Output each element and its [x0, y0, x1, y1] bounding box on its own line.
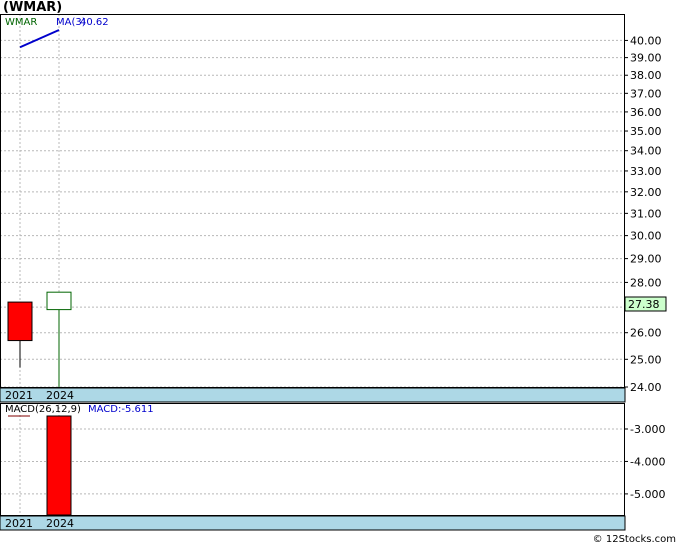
macd-tick-label: -5.000	[630, 488, 665, 501]
macd-tick-label: -4.000	[630, 455, 665, 468]
macd-x-label-2024: 2024	[46, 517, 74, 530]
price-tick-label: 28.00	[630, 276, 662, 289]
price-tick-label: 26.00	[630, 327, 662, 340]
price-tick-label: 38.00	[630, 69, 662, 82]
macd-bar	[46, 415, 72, 516]
x-label-2024: 2024	[46, 389, 74, 402]
price-tick-label: 36.00	[630, 106, 662, 119]
price-tick-label: 32.00	[630, 186, 662, 199]
macd-value: MACD:-5.611	[88, 404, 154, 415]
macd-series	[46, 415, 72, 516]
price-tick-label: 34.00	[630, 145, 662, 158]
price-panel-bg	[0, 14, 680, 388]
last-price-label: 27.38	[628, 298, 660, 311]
candle-body	[7, 301, 33, 342]
macd-label: MACD(26,12,9)	[5, 404, 81, 415]
price-tick-label: 40.00	[630, 34, 662, 47]
price-tick-label: 30.00	[630, 230, 662, 243]
x-label-2021: 2021	[5, 389, 33, 402]
legend-ticker: WMAR	[5, 17, 37, 28]
price-tick-label: 31.00	[630, 207, 662, 220]
price-tick-label: 37.00	[630, 87, 662, 100]
price-tick-label: 29.00	[630, 253, 662, 266]
macd-tick-label: -3.000	[630, 423, 665, 436]
price-tick-label: 24.00	[630, 381, 662, 394]
chart-canvas: (WMAR) 40.00 39.00 38.00 37.00 36.00 35.00 34.…	[0, 0, 680, 545]
price-x-axis-band	[0, 387, 626, 403]
chart-title: (WMAR)	[3, 0, 62, 15]
price-tick-label: 35.00	[630, 125, 662, 138]
legend-ma-value: 40.62	[80, 17, 109, 28]
price-tick-label: 39.00	[630, 52, 662, 65]
macd-axis: -3.000 -4.000 -5.000	[624, 423, 665, 501]
price-tick-label: 25.00	[630, 353, 662, 366]
macd-x-axis-band	[0, 515, 626, 531]
macd-x-label-2021: 2021	[5, 517, 33, 530]
candle-body	[46, 291, 72, 311]
footer-credit: © 12Stocks.com	[593, 534, 676, 545]
price-tick-label: 33.00	[630, 165, 662, 178]
